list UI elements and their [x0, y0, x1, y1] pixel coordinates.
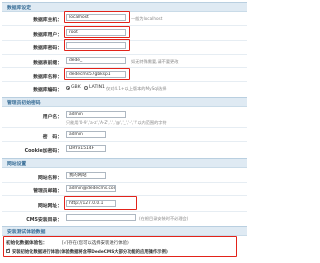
site-name-label: 网站名称：: [38, 176, 62, 181]
admin-username-input[interactable]: admin: [66, 111, 126, 118]
row-divider: [2, 127, 247, 128]
db-prefix-hint: 如无特殊需要,请不要更改: [131, 59, 179, 64]
encoding-latin1-label: LATIN1: [89, 85, 105, 90]
admin-email-label: 管理员邮箱：: [33, 189, 62, 194]
admin-username-label: 用户名：: [42, 115, 62, 120]
site-section-title: 网站设置: [7, 162, 27, 167]
admin-section-title: 管理员初始密码: [7, 101, 41, 106]
highlight-box-user: [64, 26, 130, 38]
cookie-key-input[interactable]: DRYx1514F: [66, 145, 106, 152]
row-divider: [2, 54, 247, 55]
db-encoding-label: 数据库编码：: [33, 88, 62, 93]
cms-dir-label: CMS安装目录：: [26, 218, 62, 223]
admin-password-label: 密 码：: [42, 135, 62, 140]
cms-dir-input[interactable]: [66, 214, 136, 221]
encoding-gbk-radio[interactable]: [66, 86, 70, 90]
admin-email-input[interactable]: admin@dedecms.com: [66, 185, 116, 192]
modules-section-title: 安装测试体验数据: [7, 230, 46, 235]
admin-section-header: 管理员初始密码: [2, 97, 247, 107]
row-divider: [2, 81, 247, 82]
db-prefix-label: 数据表前缀：: [33, 61, 62, 66]
admin-password-input[interactable]: admin: [66, 131, 106, 138]
admin-username-hint: 只能用'0-9','a-z','A-Z','.','@','_','-','!'…: [66, 120, 167, 125]
db-prefix-input[interactable]: dede_: [66, 57, 126, 64]
highlight-box-url: [64, 196, 137, 210]
site-name-input[interactable]: 我的网站: [66, 172, 106, 179]
cookie-key-label: Cookie加密码：: [24, 149, 62, 154]
db-host-hint: 一般为localhost: [131, 16, 163, 21]
row-divider: [2, 182, 247, 183]
db-encoding-hint: 仅对4.1+以上版本的MySql选择: [106, 85, 167, 91]
db-user-label: 数据库用户：: [33, 33, 62, 38]
site-section-header: 网站设置: [2, 158, 247, 168]
highlight-box-host: [64, 11, 130, 23]
modules-section-header: 安装测试体验数据: [2, 226, 247, 236]
highlight-box-demo-data: [3, 236, 237, 257]
highlight-box-dbname: [64, 68, 130, 80]
encoding-latin1-radio[interactable]: [84, 86, 88, 90]
highlight-box-password: [64, 39, 130, 51]
cms-dir-hint: (在根目录安装时不必理会): [139, 216, 189, 221]
site-url-label: 网站网址：: [38, 204, 62, 209]
db-name-label: 数据库名称：: [33, 75, 62, 80]
db-section-title: 数据库设定: [7, 6, 31, 11]
encoding-gbk-label: GBK: [71, 85, 81, 90]
row-divider: [2, 211, 247, 212]
row-divider: [2, 141, 247, 142]
db-password-label: 数据库密码：: [33, 46, 62, 51]
db-host-label: 数据库主机：: [33, 18, 62, 23]
